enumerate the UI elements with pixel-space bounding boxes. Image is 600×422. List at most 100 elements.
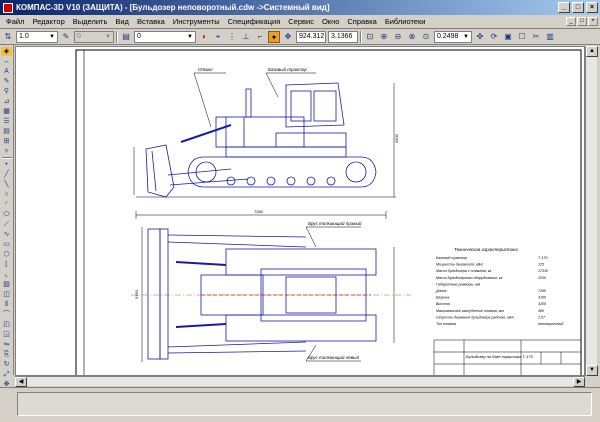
title-bar: КОМПАС-3D V10 (ЗАЩИТА) - [Бульдозер непо… — [0, 0, 600, 15]
properties-icon[interactable]: ☐ — [516, 31, 528, 43]
rectangle-icon[interactable]: ▭ — [1, 240, 12, 249]
zoom-in-icon[interactable]: ⊕ — [378, 31, 390, 43]
layers-icon[interactable]: ▤ — [120, 31, 132, 43]
zoom-all-icon[interactable]: ⊙ — [420, 31, 432, 43]
parametrize-icon[interactable]: ⚲ — [1, 87, 12, 96]
tech-row-label: Максимальное заглубление отвала, мм — [436, 309, 504, 313]
maximize-button[interactable]: □ — [572, 2, 584, 13]
grid-icon[interactable]: ⋮ — [226, 31, 238, 43]
edit-icon[interactable]: ✎ — [1, 77, 12, 86]
macro-icon[interactable]: ✧ — [1, 147, 12, 156]
hatch-icon[interactable]: ▨ — [1, 280, 12, 289]
tech-row-label: Высота — [436, 302, 450, 306]
spec-icon[interactable]: ☰ — [1, 117, 12, 126]
zoom-select[interactable]: 0.2498 ▼ — [434, 30, 472, 43]
coord-y-field[interactable]: 3.1366 — [328, 30, 358, 43]
scroll-up-icon[interactable]: ▲ — [586, 46, 598, 57]
point-icon[interactable]: • — [1, 160, 12, 169]
tech-table: Базовый трактор Т-170 Мощность двигателя, … — [435, 256, 563, 326]
horizontal-scrollbar[interactable]: ◀ ▶ — [15, 376, 585, 387]
coord-x-field[interactable]: 924.312 — [296, 30, 326, 43]
fragment-icon[interactable]: ◲ — [1, 330, 12, 339]
line-width-value: 1.0 — [19, 32, 29, 40]
drawing-canvas[interactable]: 7260 3200 Отвал Базовый трактор 3160 Бру… — [15, 46, 585, 376]
contour-icon[interactable]: ◫ — [1, 290, 12, 299]
cursor-icon[interactable]: ✥ — [282, 31, 294, 43]
polygon-icon[interactable]: ⬡ — [1, 250, 12, 259]
chevron-down-icon: ▼ — [49, 33, 55, 40]
tech-row-value: 460 — [538, 309, 544, 313]
scale-icon[interactable]: ⤢ — [1, 370, 12, 379]
notation-icon[interactable]: A — [1, 67, 12, 76]
mirror-icon[interactable]: ⇋ — [1, 340, 12, 349]
line-width-select[interactable]: 1.0 ▼ — [16, 30, 58, 43]
select-icon[interactable]: ✂ — [530, 31, 542, 43]
zoom-out-icon[interactable]: ⊖ — [392, 31, 404, 43]
tech-row-value: 7260 — [538, 289, 546, 293]
zoom-value: 0.2498 — [437, 32, 459, 40]
tech-row-label: Масса бульдозерного оборудования, кг — [436, 276, 503, 280]
menu-editor[interactable]: Редактор — [28, 17, 68, 26]
pen-icon[interactable]: ✎ — [60, 31, 72, 43]
spline-icon[interactable]: ⌒ — [1, 310, 12, 319]
select-tools-icon[interactable]: ▦ — [1, 107, 12, 116]
insert-icon[interactable]: ⊞ — [1, 137, 12, 146]
doc-maximize-button[interactable]: □ — [577, 17, 587, 26]
fillet-icon[interactable]: ⌞ — [1, 270, 12, 279]
pan-icon[interactable]: ✜ — [474, 31, 486, 43]
vertical-scrollbar[interactable]: ▲ ▼ — [585, 46, 598, 376]
scroll-left-icon[interactable]: ◀ — [15, 377, 27, 387]
chevron-down-icon: ▼ — [187, 33, 193, 40]
round-icon[interactable]: ✦ — [268, 30, 280, 43]
equidistant-icon[interactable]: ⫴ — [1, 300, 12, 309]
dimensions-icon[interactable]: ↔ — [1, 57, 12, 66]
ellipse-icon[interactable]: ⬭ — [1, 210, 12, 219]
zoom-window-icon[interactable]: ⊡ — [364, 31, 376, 43]
ortho-icon[interactable]: ⊥ — [240, 31, 252, 43]
reports-icon[interactable]: ▤ — [1, 127, 12, 136]
menu-select[interactable]: Выделить — [69, 17, 112, 26]
properties-bar — [17, 392, 592, 416]
refresh-icon[interactable]: ⟳ — [488, 31, 500, 43]
collect-contour-icon[interactable]: ◰ — [1, 320, 12, 329]
menu-help[interactable]: Справка — [343, 17, 380, 26]
copy-icon[interactable]: ⎘ — [1, 350, 12, 359]
menu-service[interactable]: Сервис — [284, 17, 318, 26]
doc-close-button[interactable]: × — [588, 17, 598, 26]
chamfer-icon[interactable]: ⌊ — [1, 260, 12, 269]
bezier-icon[interactable]: ∿ — [1, 230, 12, 239]
doc-minimize-button[interactable]: _ — [566, 17, 576, 26]
menu-view[interactable]: Вид — [111, 17, 133, 26]
side-dimensions — [133, 83, 396, 219]
arc-icon[interactable]: ◜ — [1, 200, 12, 209]
geometry-icon[interactable]: ◈ — [1, 47, 12, 56]
polyline-icon[interactable]: ⟋ — [1, 220, 12, 229]
menu-file[interactable]: Файл — [2, 17, 28, 26]
menu-tools[interactable]: Инструменты — [169, 17, 224, 26]
menu-specification[interactable]: Спецификация — [224, 17, 285, 26]
tech-row-value: 1530 — [538, 276, 546, 280]
minimize-button[interactable]: _ — [558, 2, 570, 13]
layer-style-icon[interactable]: ⇅ — [2, 31, 14, 43]
local-cs-icon[interactable]: ⌐ — [254, 31, 266, 43]
scroll-right-icon[interactable]: ▶ — [573, 377, 585, 387]
zoom-scale-icon[interactable]: ⊗ — [406, 31, 418, 43]
show-all-icon[interactable]: ▣ — [502, 31, 514, 43]
menu-window[interactable]: Окно — [318, 17, 343, 26]
snap-icon[interactable]: ⌖ — [212, 31, 224, 43]
aux-line-icon[interactable]: ╱ — [1, 170, 12, 179]
dim-width-text: 3160 — [134, 289, 139, 299]
app-icon — [3, 2, 13, 13]
circle-icon[interactable]: ○ — [1, 190, 12, 199]
magnet-icon[interactable]: ◗ — [198, 31, 210, 43]
stamp-title: Бульдозер на базе трактора Т-170 — [466, 354, 534, 359]
menu-libraries[interactable]: Библиотеки — [381, 17, 430, 26]
drawing-icon[interactable]: ▥ — [544, 31, 556, 43]
menu-insert[interactable]: Вставка — [133, 17, 169, 26]
segment-icon[interactable]: ╲ — [1, 180, 12, 189]
layer-select[interactable]: 0 ▼ — [134, 30, 196, 43]
rotate-icon[interactable]: ↻ — [1, 360, 12, 369]
close-button[interactable]: × — [586, 2, 598, 13]
scroll-down-icon[interactable]: ▼ — [586, 365, 598, 376]
measure-icon[interactable]: ⊿ — [1, 97, 12, 106]
